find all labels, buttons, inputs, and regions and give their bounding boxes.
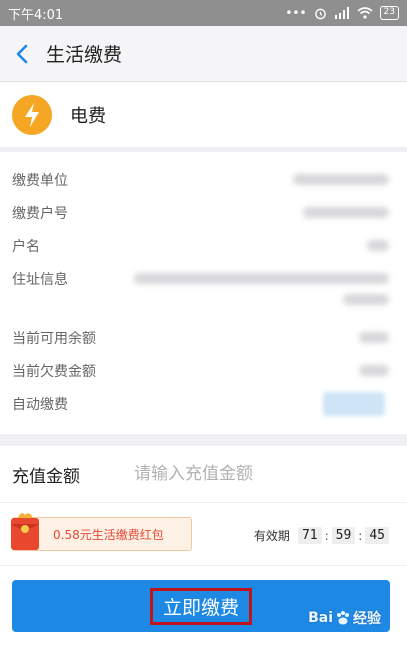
redacted-value [359,365,389,376]
chevron-left-icon [16,44,28,63]
countdown-minutes: 59 [331,527,356,544]
red-packet-coupon[interactable]: 0.58元生活缴费红包 [11,513,192,551]
info-label: 自动缴费 [12,397,68,413]
expiry-label: 有效期 [253,529,290,543]
baidu-jingyan-watermark: Bai 经验 [308,608,381,628]
battery-icon: 23 [379,6,399,20]
status-time: 下午4:01 [8,7,64,23]
coupon-expiry: 有效期 71 : 59 : 45 [254,527,389,544]
status-icons: ••• 23 [285,6,399,20]
pay-now-label: 立即缴费 [149,587,252,625]
alarm-icon [314,8,326,19]
info-label: 缴费单位 [12,173,68,189]
redacted-value [303,207,389,218]
info-label: 住址信息 [12,272,68,288]
provider-name: 电费 [70,105,106,127]
lightning-bolt-icon [12,94,52,135]
page-title: 生活缴费 [46,44,123,66]
red-envelope-icon [11,513,39,550]
wifi-icon [357,7,373,19]
countdown-seconds: 45 [365,527,389,544]
watermark-text: Bai [308,610,333,626]
back-button[interactable] [0,26,44,82]
status-bar: 下午4:01 ••• 23 [0,0,407,26]
redacted-value [367,240,389,251]
redacted-value [343,294,389,305]
signal-icon [334,7,349,19]
recharge-label: 充值金额 [12,466,80,487]
colon: : [324,528,329,543]
recharge-row: 充值金额 [0,446,407,502]
nav-bar: 生活缴费 [0,26,407,82]
paw-icon [337,611,349,625]
colon: : [358,528,363,543]
account-info-section: 缴费单位 缴费户号 户名 住址信息 当前可用余额 当前欠费金额 自动缴费 [0,152,407,434]
more-dots-icon: ••• [285,6,307,20]
coupon-row: 0.58元生活缴费红包 有效期 71 : 59 : 45 [0,503,407,565]
info-label: 当前可用余额 [12,331,96,347]
autopay-toggle[interactable] [323,392,385,416]
countdown-hours: 71 [297,527,322,544]
redacted-value [293,174,389,185]
info-label: 缴费户号 [12,206,68,222]
watermark-suffix: 经验 [353,611,381,627]
redacted-value [134,273,389,284]
provider-card: 电费 [0,82,407,147]
info-label: 当前欠费金额 [12,364,96,380]
recharge-amount-input[interactable] [134,464,374,484]
coupon-text: 0.58元生活缴费红包 [53,527,164,542]
redacted-value [359,332,389,343]
info-label: 户名 [12,239,40,255]
